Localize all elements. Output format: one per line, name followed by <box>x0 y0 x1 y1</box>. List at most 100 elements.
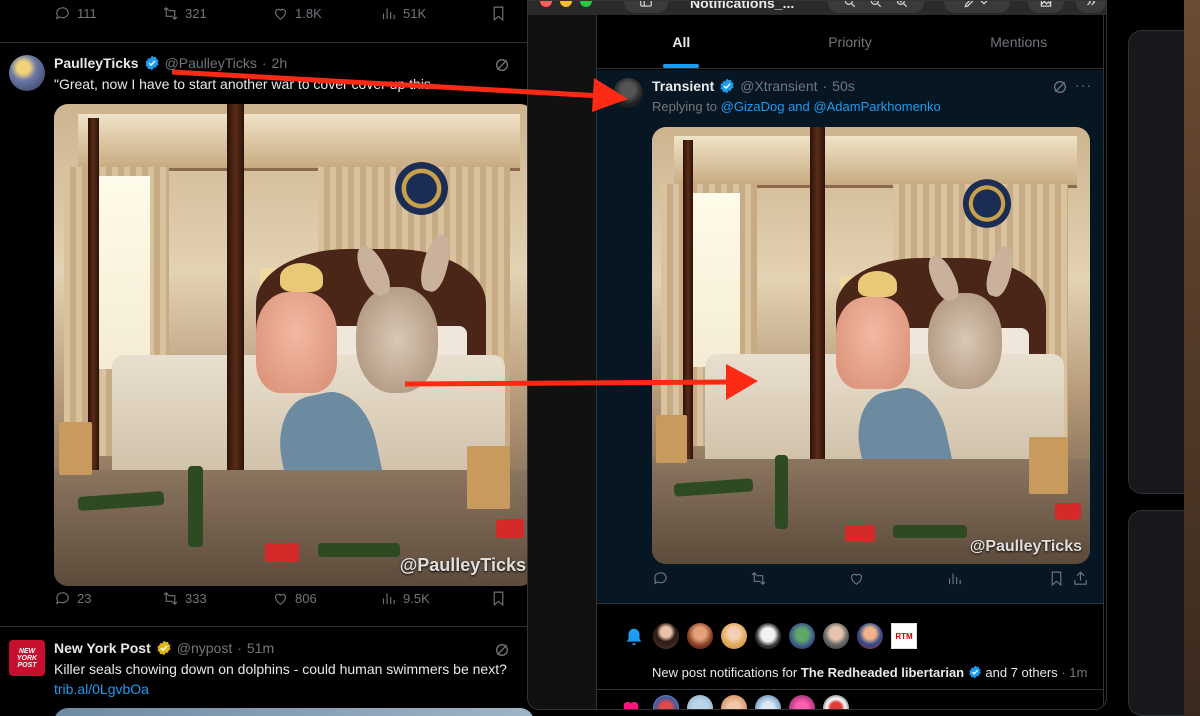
grok-icon[interactable] <box>1052 79 1068 95</box>
reply-notification-post[interactable]: Transient @Xtransient · 50s ··· Replying… <box>597 70 1103 604</box>
notification-tabs: All Priority Mentions <box>597 15 1103 69</box>
author-handle[interactable]: @PaulleyTicks <box>165 55 257 71</box>
author-name[interactable]: Transient <box>652 78 714 94</box>
reply-button[interactable]: 23 <box>54 590 91 607</box>
bookmark-icon[interactable] <box>1048 570 1065 587</box>
next-notification-row[interactable] <box>597 691 1103 709</box>
notification-account[interactable]: The Redheaded libertarian <box>801 665 964 680</box>
repost-button[interactable]: 321 <box>162 5 207 22</box>
account-avatar[interactable] <box>755 695 781 709</box>
tweet-text: Killer seals chowing down on dolphins - … <box>54 661 507 677</box>
account-avatar[interactable] <box>823 623 849 649</box>
window-right-gutter <box>1106 15 1107 710</box>
rtm-avatar[interactable]: RTM <box>891 623 917 649</box>
account-avatar[interactable] <box>755 623 781 649</box>
author-name[interactable]: PaulleyTicks <box>54 55 139 71</box>
verified-badge-icon <box>144 55 159 71</box>
image-hair <box>857 271 898 298</box>
views-button[interactable]: 51K <box>380 5 426 22</box>
image-man <box>835 297 911 390</box>
image-window <box>92 176 150 370</box>
author-name[interactable]: New York Post <box>54 640 151 656</box>
account-avatar[interactable] <box>823 695 849 709</box>
views-icon <box>382 593 395 604</box>
notification-time: 1m <box>1069 665 1088 680</box>
more-options-button[interactable]: ··· <box>1075 77 1092 93</box>
replying-prefix: Replying to <box>652 99 718 114</box>
account-avatar[interactable] <box>721 623 747 649</box>
tab-mentions[interactable]: Mentions <box>934 15 1103 68</box>
image-canopy <box>78 113 520 172</box>
repost-icon <box>163 6 178 20</box>
account-avatar[interactable] <box>687 695 713 709</box>
minimize-window-button[interactable] <box>560 1 572 7</box>
notifications-window: Notifications_... All Priority Mentions … <box>527 0 1107 710</box>
mention-link[interactable]: @GizaDog <box>721 99 785 114</box>
tweet-image-preview[interactable] <box>54 708 534 716</box>
like-count: 1.8K <box>295 5 322 21</box>
account-avatar[interactable] <box>721 695 747 709</box>
views-button[interactable]: 9.5K <box>380 590 430 607</box>
account-avatar[interactable] <box>789 623 815 649</box>
grok-icon[interactable] <box>494 57 510 73</box>
author-handle[interactable]: @Xtransient <box>740 78 817 94</box>
tweet-time[interactable]: 51m <box>247 640 274 656</box>
tweet-link[interactable]: trib.al/0LgvbOa <box>54 681 149 697</box>
like-button[interactable]: 806 <box>272 590 317 607</box>
notification-prefix: New post notifications for <box>652 665 798 680</box>
crop-button[interactable] <box>1028 1 1064 13</box>
reply-count: 111 <box>77 5 97 21</box>
group-notification-text: New post notifications for The Redheaded… <box>652 665 1087 680</box>
tweet-header: PaulleyTicks @PaulleyTicks · 2h <box>54 55 287 71</box>
author-handle[interactable]: @nypost <box>177 640 232 656</box>
heart-filled-icon <box>623 701 639 709</box>
maximize-window-button[interactable] <box>580 1 592 7</box>
nypost-avatar[interactable]: NEW YORK POST <box>9 640 45 676</box>
transient-avatar[interactable] <box>613 78 643 108</box>
markup-button[interactable] <box>944 1 1010 13</box>
zoom-out-icon[interactable] <box>869 0 883 9</box>
grok-icon[interactable] <box>494 642 510 658</box>
replying-to: Replying to @GizaDog and @AdamParkhomenk… <box>652 99 941 114</box>
image-coke-can <box>265 542 299 562</box>
magnify-icon[interactable] <box>843 0 857 9</box>
mention-link[interactable]: @AdamParkhomenko <box>813 99 940 114</box>
heart-icon[interactable] <box>848 570 865 587</box>
bookmark-icon[interactable] <box>490 5 507 22</box>
reply-button[interactable]: 111 <box>54 5 97 22</box>
tweet-header: New York Post @nypost · 51m <box>54 640 274 656</box>
account-avatar[interactable] <box>653 695 679 709</box>
repost-button[interactable]: 333 <box>162 590 207 607</box>
image-bottle <box>318 542 400 558</box>
tab-priority[interactable]: Priority <box>766 15 935 68</box>
image-canopy <box>673 135 1077 189</box>
account-avatar[interactable] <box>687 623 713 649</box>
share-icon[interactable] <box>1072 570 1089 587</box>
chevrons-right-icon <box>1087 1 1096 6</box>
sidebar-toggle-button[interactable] <box>624 1 668 13</box>
separator-dot: · <box>822 78 828 94</box>
reply-icon <box>55 591 69 605</box>
views-icon[interactable] <box>946 570 963 587</box>
account-avatar[interactable] <box>653 623 679 649</box>
heart-icon <box>274 8 287 20</box>
tab-all[interactable]: All <box>597 15 766 68</box>
tweet-image[interactable]: @PaulleyTicks <box>54 104 534 586</box>
account-avatar[interactable] <box>857 623 883 649</box>
paulleyticks-avatar[interactable] <box>9 55 45 91</box>
tweet-end-actions <box>490 590 507 607</box>
post-notifications-group[interactable]: RTM New post notifications for The Redhe… <box>597 605 1103 690</box>
account-avatar[interactable] <box>789 695 815 709</box>
more-toolbar-button[interactable] <box>1076 1 1106 13</box>
reply-icon[interactable] <box>652 570 669 587</box>
repost-icon[interactable] <box>750 570 767 587</box>
post-time[interactable]: 50s <box>832 78 855 94</box>
zoom-in-icon[interactable] <box>895 0 909 9</box>
post-image[interactable]: @PaulleyTicks <box>652 127 1090 564</box>
bookmark-icon[interactable] <box>490 590 507 607</box>
image-fries-bag <box>58 422 93 476</box>
like-button[interactable]: 1.8K <box>272 5 322 22</box>
verified-badge-icon <box>968 665 981 679</box>
tweet-time[interactable]: 2h <box>272 55 288 71</box>
close-window-button[interactable] <box>540 1 552 7</box>
